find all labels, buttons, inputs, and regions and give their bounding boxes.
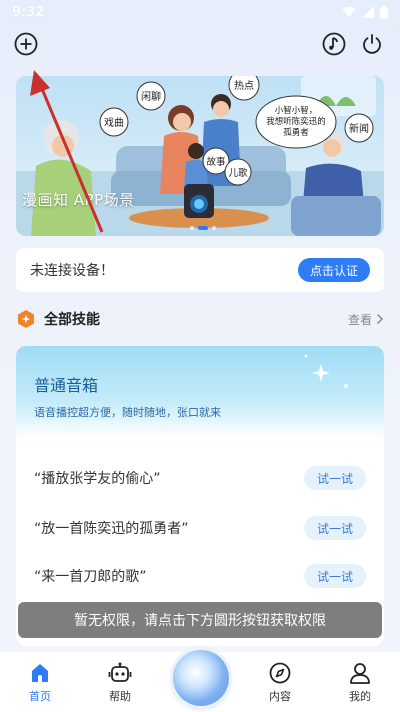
nav-content-label: 内容 xyxy=(269,690,291,703)
nav-me-label: 我的 xyxy=(349,690,371,703)
svg-text:故事: 故事 xyxy=(206,156,226,168)
skill-card: 普通音箱 语音播控超方便，随时随地，张口就来 “播放张学友的偷心” 试一试 “放… xyxy=(16,346,384,646)
banner-caption: 漫画知 APP场景 xyxy=(22,191,135,209)
svg-text:闲聊: 闲聊 xyxy=(141,90,161,103)
compass-icon xyxy=(269,662,291,684)
bubble-opera: 戏曲 xyxy=(99,107,129,137)
wifi-icon xyxy=(342,6,356,17)
chevron-right-icon xyxy=(376,313,384,325)
bubble-hotspot: 热点 xyxy=(228,76,260,101)
plus-circle-icon xyxy=(14,32,38,56)
nav-home-label: 首页 xyxy=(29,690,51,703)
device-status-text: 未连接设备！ xyxy=(30,263,114,279)
svg-text:孤勇者: 孤勇者 xyxy=(283,127,309,138)
battery-icon xyxy=(380,5,388,19)
bubble-request: 小智小智， 我想听陈奕迅的 孤勇者 xyxy=(255,95,337,149)
banner[interactable]: 热点 闲聊 戏曲 小智小智， 我想听陈奕迅的 孤勇者 新闻 故事 儿歌 xyxy=(16,76,384,236)
example-text: “播放张学友的偷心” xyxy=(34,471,161,487)
user-icon xyxy=(350,663,370,684)
example-row: “来一首刀郎的歌” 试一试 xyxy=(34,564,366,588)
status-time: 9:32 xyxy=(12,4,45,20)
power-button[interactable] xyxy=(358,30,386,58)
try-button[interactable]: 试一试 xyxy=(304,466,366,490)
nav-me[interactable]: 我的 xyxy=(330,656,390,704)
nav-help-label: 帮助 xyxy=(109,690,131,703)
skills-header: 全部技能 查看 xyxy=(16,306,384,332)
permission-toast: 暂无权限，请点击下方圆形按钮获取权限 xyxy=(18,602,382,638)
device-status-card: 未连接设备！ 点击认证 xyxy=(16,248,384,292)
bubble-xianliao-final: 闲聊 xyxy=(136,81,166,111)
view-all-link[interactable]: 查看 xyxy=(348,311,384,328)
skills-title-group: 全部技能 xyxy=(16,309,100,329)
svg-text:儿歌: 儿歌 xyxy=(228,167,248,179)
music-button[interactable] xyxy=(320,30,348,58)
svg-text:新闻: 新闻 xyxy=(349,122,369,135)
svg-text:小智小智，: 小智小智， xyxy=(275,105,318,116)
signal-icon xyxy=(362,6,374,18)
skill-card-header: 普通音箱 语音播控超方便，随时随地，张口就来 xyxy=(16,346,384,438)
skills-title: 全部技能 xyxy=(44,312,100,328)
try-button[interactable]: 试一试 xyxy=(304,516,366,540)
example-text: “放一首陈奕迅的孤勇者” xyxy=(34,521,189,537)
bubble-news: 新闻 xyxy=(344,113,374,143)
bubble-songs: 儿歌 xyxy=(224,158,252,186)
status-bar: 9:32 xyxy=(0,0,400,24)
example-row: “播放张学友的偷心” 试一试 xyxy=(34,466,366,490)
svg-text:戏曲: 戏曲 xyxy=(104,117,124,129)
example-row: “放一首陈奕迅的孤勇者” 试一试 xyxy=(34,516,366,540)
status-icons xyxy=(342,5,388,19)
view-all-label: 查看 xyxy=(347,312,372,327)
auth-button[interactable]: 点击认证 xyxy=(297,258,370,282)
music-note-icon xyxy=(322,32,346,56)
svg-text:我想听陈奕迅的: 我想听陈奕迅的 xyxy=(266,116,326,127)
voice-orb-button[interactable] xyxy=(173,650,229,706)
skill-description: 语音播控超方便，随时随地，张口就来 xyxy=(34,406,221,419)
home-icon xyxy=(32,664,48,682)
skills-hexagon-icon xyxy=(18,310,34,328)
top-bar xyxy=(0,28,400,64)
try-button[interactable]: 试一试 xyxy=(304,564,366,588)
robot-icon xyxy=(108,662,132,682)
nav-home[interactable]: 首页 xyxy=(10,656,70,704)
example-text: “来一首刀郎的歌” xyxy=(34,569,147,585)
power-icon xyxy=(363,34,381,54)
nav-content[interactable]: 内容 xyxy=(250,656,310,704)
skill-name: 普通音箱 xyxy=(34,376,99,395)
add-button[interactable] xyxy=(12,30,40,58)
svg-text:热点: 热点 xyxy=(234,79,254,92)
banner-illustration: 热点 闲聊 戏曲 小智小智， 我想听陈奕迅的 孤勇者 新闻 故事 儿歌 xyxy=(16,76,384,236)
nav-help[interactable]: 帮助 xyxy=(90,656,150,704)
